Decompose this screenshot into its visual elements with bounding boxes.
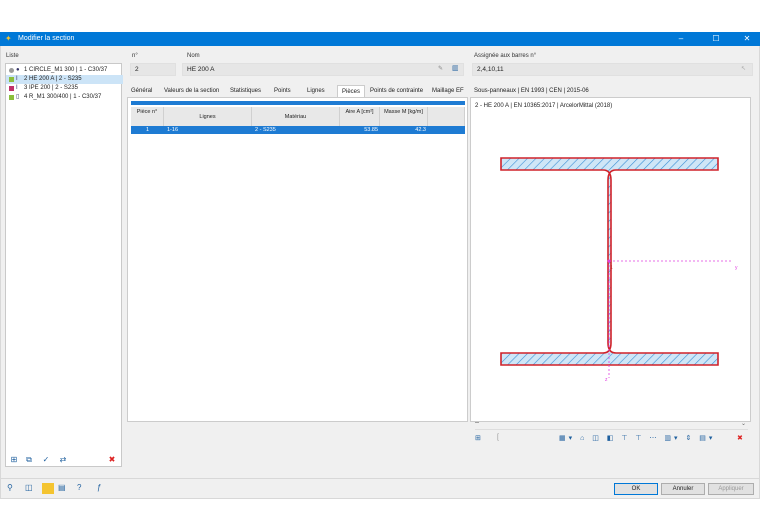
preview-caption: 2 - HE 200 A | EN 10365:2017 | ArcelorMi…: [475, 103, 613, 109]
col-area-header: Aire A [cm²]: [340, 107, 380, 126]
axis-z-label: z: [605, 377, 608, 383]
name-label: Nom: [187, 53, 200, 59]
pieces-panel: [127, 97, 468, 422]
tab-fe-mesh[interactable]: Maillage EF: [432, 85, 464, 97]
delete-icon[interactable]: ✖: [106, 454, 118, 466]
list-item-num: 3: [24, 85, 28, 91]
number-label: n°: [132, 53, 138, 59]
list-item[interactable]: ▯ 4 R_M1 300/400 | 1 - C30/37: [6, 93, 123, 102]
number-field[interactable]: 2: [130, 63, 176, 76]
list-item-num: 4: [24, 94, 28, 100]
assigned-field[interactable]: 2,4,10,11: [472, 63, 753, 76]
table-row[interactable]: 1 1-16 2 - S235 53.85 42.3: [131, 126, 465, 134]
coordinate-icon[interactable]: ⊞: [475, 434, 481, 442]
close-button[interactable]: ✕: [736, 32, 758, 46]
list-item-label: R_M1 300/400 | 1 - C30/37: [29, 94, 102, 100]
list-item-selected[interactable]: I2 HE 200 A | 2 - S235: [6, 75, 123, 84]
tab-sub-panels[interactable]: Sous-panneaux | EN 1993 | CEN | 2015-06: [474, 85, 589, 97]
list-item-num: 2: [24, 76, 28, 82]
rectangle-icon: ▯: [16, 94, 20, 100]
new-section-icon[interactable]: ⊞: [8, 454, 20, 466]
list-item[interactable]: ● 1 CIRCLE_M1 300 | 1 - C30/37: [6, 66, 123, 75]
color-swatch: [9, 68, 14, 73]
ok-button[interactable]: OK: [614, 483, 658, 495]
node-label: 1: [610, 265, 613, 271]
circle-icon: ●: [16, 67, 20, 73]
check-icon[interactable]: ✓: [40, 454, 52, 466]
ibeam-icon: I: [16, 85, 18, 91]
maximize-button[interactable]: ☐: [705, 32, 727, 46]
color-icon[interactable]: [42, 483, 54, 494]
cell-material[interactable]: 2 - S235: [255, 126, 276, 134]
ibeam-icon: I: [16, 76, 18, 82]
chevron-down-icon: ⌄: [740, 421, 746, 427]
dropdown-value: --: [475, 420, 479, 426]
tab-statistics[interactable]: Statistiques: [230, 85, 261, 97]
assigned-label: Assignée aux barres n°: [474, 53, 537, 59]
minimize-button[interactable]: –: [670, 32, 692, 46]
section-list[interactable]: ● 1 CIRCLE_M1 300 | 1 - C30/37 I2 HE 200 …: [5, 63, 123, 467]
apply-button[interactable]: Appliquer: [708, 483, 754, 495]
tab-lines[interactable]: Lignes: [307, 85, 325, 97]
select-members-icon[interactable]: ↖: [741, 65, 746, 72]
units-icon[interactable]: ◫: [25, 483, 33, 492]
preview-dropdown[interactable]: -- ⌄: [475, 420, 748, 430]
tab-pieces[interactable]: Pièces: [337, 85, 366, 97]
section-drawing: y z 1: [500, 157, 738, 383]
color-swatch: [9, 77, 14, 82]
settings-icon[interactable]: ▤: [58, 483, 66, 492]
col-lines-header: Lignes: [164, 107, 252, 126]
cell-piece[interactable]: 1: [131, 126, 164, 134]
axis-y-label: y: [735, 265, 738, 271]
preview-panel: 2 - HE 200 A | EN 10365:2017 | ArcelorMi…: [470, 97, 751, 442]
footer-bar: ⚲ ◫ ▤ ? ƒ OK Annuler Appliquer: [0, 479, 760, 499]
table-header-accent: [131, 101, 465, 105]
copy-section-icon[interactable]: ⧉: [23, 454, 35, 466]
list-item-label: CIRCLE_M1 300 | 1 - C30/37: [29, 67, 108, 73]
app-icon: ✦: [5, 34, 12, 43]
col-material-header: Matériau: [252, 107, 340, 126]
cell-mass[interactable]: 42.3: [380, 126, 426, 134]
renumber-icon[interactable]: ⇄: [57, 454, 69, 466]
color-swatch: [9, 95, 14, 100]
tab-section-values[interactable]: Valeurs de la section: [164, 85, 219, 97]
list-item-label: IPE 200 | 2 - S235: [29, 85, 78, 91]
library-icon[interactable]: ▥: [452, 64, 459, 72]
formula-icon[interactable]: ƒ: [97, 483, 101, 492]
list-item[interactable]: I3 IPE 200 | 2 - S235: [6, 84, 123, 93]
tab-general[interactable]: Général: [131, 85, 152, 97]
list-item-num: 1: [24, 67, 28, 73]
cancel-button[interactable]: Annuler: [661, 483, 705, 495]
color-swatch: [9, 86, 14, 91]
col-mass-header: Masse M [kg/m]: [380, 107, 428, 126]
cell-area[interactable]: 53.85: [340, 126, 378, 134]
reset-view-icon[interactable]: ✖: [737, 434, 743, 442]
centroid-point: [607, 259, 611, 263]
list-item-label: HE 200 A | 2 - S235: [29, 76, 82, 82]
bracket-icon[interactable]: [: [497, 434, 499, 441]
help-icon[interactable]: ?: [77, 483, 81, 492]
tab-points[interactable]: Points: [274, 85, 291, 97]
list-label: Liste: [6, 53, 19, 59]
title-bar: ✦ Modifier la section – ☐ ✕: [0, 32, 760, 46]
edit-name-icon[interactable]: ✎: [438, 65, 443, 72]
col-piece-header: Pièce n°: [131, 107, 164, 126]
view-toolbar-icons[interactable]: ▦▾ ⌂ ◫ ◧ ⊤ ⊤ ⋯ ▥▾ ⇕ ▤▾: [559, 434, 715, 442]
cell-lines[interactable]: 1-16: [167, 126, 178, 134]
col-empty-header: [428, 107, 465, 126]
name-field[interactable]: HE 200 A: [182, 63, 464, 76]
search-icon[interactable]: ⚲: [7, 483, 13, 492]
tab-stress-points[interactable]: Points de contrainte: [370, 85, 423, 97]
window-title: Modifier la section: [18, 35, 75, 42]
